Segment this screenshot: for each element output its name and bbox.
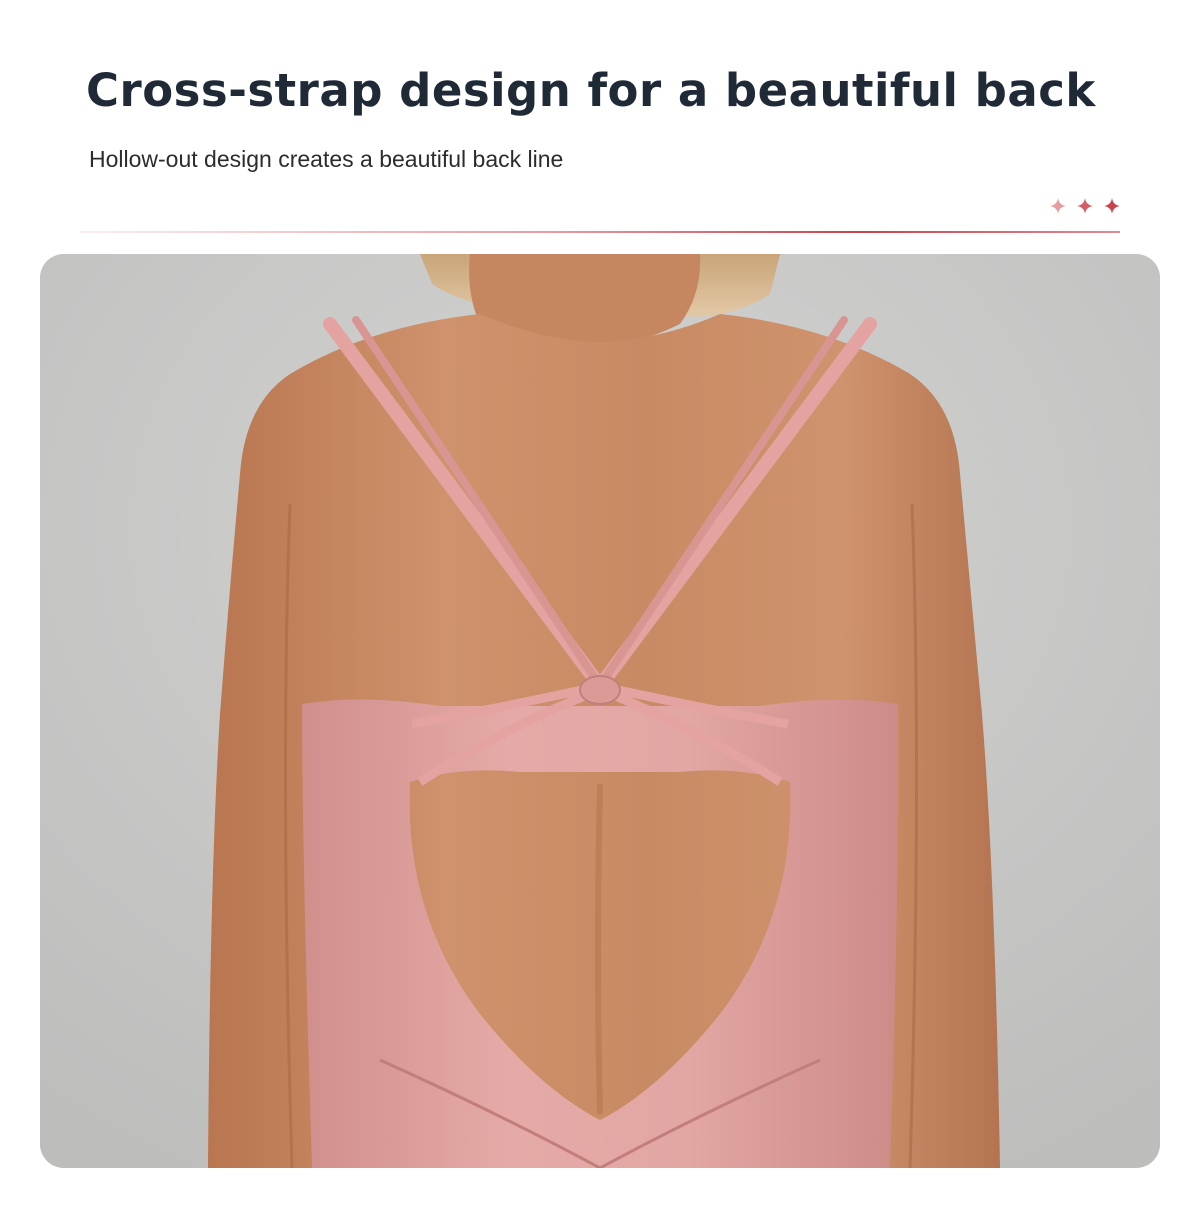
header-divider <box>80 231 1120 233</box>
product-photo <box>40 254 1160 1168</box>
sparkle-icons <box>1050 198 1120 214</box>
back-view-illustration <box>40 254 1160 1168</box>
sparkle-icon <box>1104 198 1120 214</box>
strap-knot <box>579 675 621 705</box>
page-subtitle: Hollow-out design creates a beautiful ba… <box>89 146 564 172</box>
page-title: Cross-strap design for a beautiful back <box>86 64 1096 117</box>
sparkle-icon <box>1050 198 1066 214</box>
spine-shadow <box>595 783 603 1115</box>
sparkle-icon <box>1077 198 1093 214</box>
